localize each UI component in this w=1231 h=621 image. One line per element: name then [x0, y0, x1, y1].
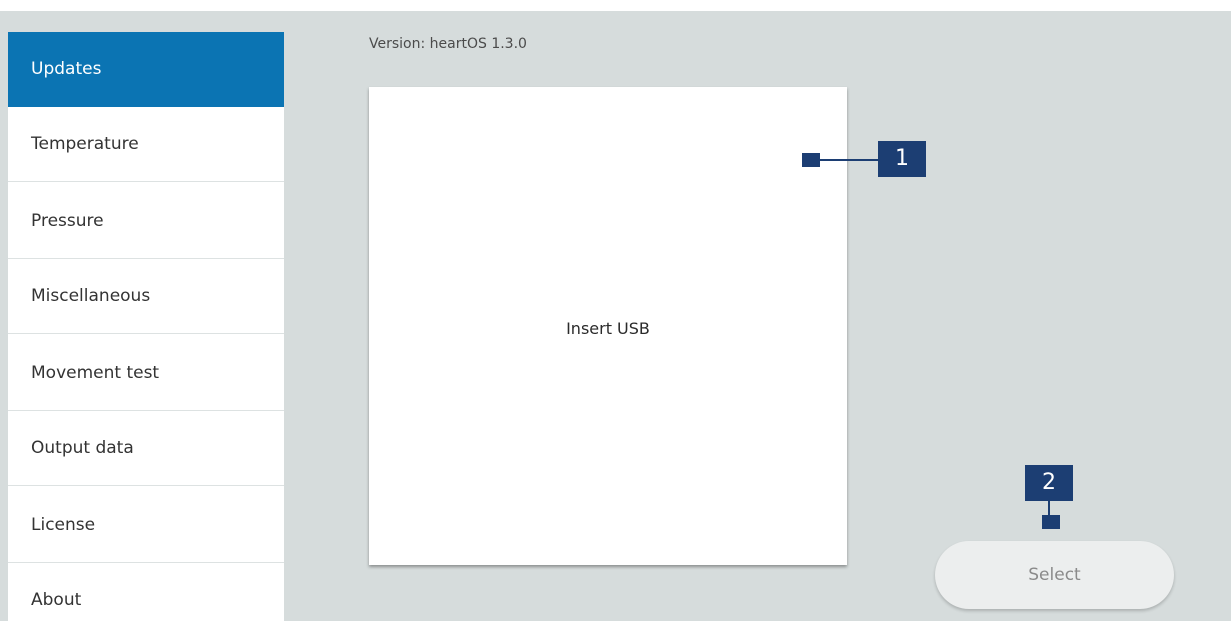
sidebar-item-pressure[interactable]: Pressure	[8, 184, 284, 259]
callout-1-marker	[802, 153, 820, 167]
callout-1-leader-line	[820, 159, 878, 161]
callout-2-marker	[1042, 515, 1060, 529]
version-label: Version: heartOS 1.3.0	[369, 36, 527, 52]
callout-2-badge: 2	[1025, 465, 1073, 501]
insert-usb-message: Insert USB	[566, 319, 650, 338]
sidebar-item-about[interactable]: About	[8, 563, 284, 621]
sidebar-item-updates[interactable]: Updates	[8, 32, 284, 107]
select-button[interactable]: Select	[935, 541, 1174, 609]
sidebar-nav: Updates Temperature Pressure Miscellaneo…	[8, 32, 284, 621]
sidebar-item-license[interactable]: License	[8, 488, 284, 563]
sidebar-item-movement-test[interactable]: Movement test	[8, 336, 284, 411]
usb-panel: Insert USB	[369, 87, 847, 565]
app-screen: Updates Temperature Pressure Miscellaneo…	[0, 11, 1231, 621]
callout-1-badge: 1	[878, 141, 926, 177]
sidebar-item-temperature[interactable]: Temperature	[8, 107, 284, 182]
sidebar-item-output-data[interactable]: Output data	[8, 411, 284, 486]
sidebar-item-miscellaneous[interactable]: Miscellaneous	[8, 259, 284, 334]
callout-2-leader-line	[1048, 501, 1050, 515]
